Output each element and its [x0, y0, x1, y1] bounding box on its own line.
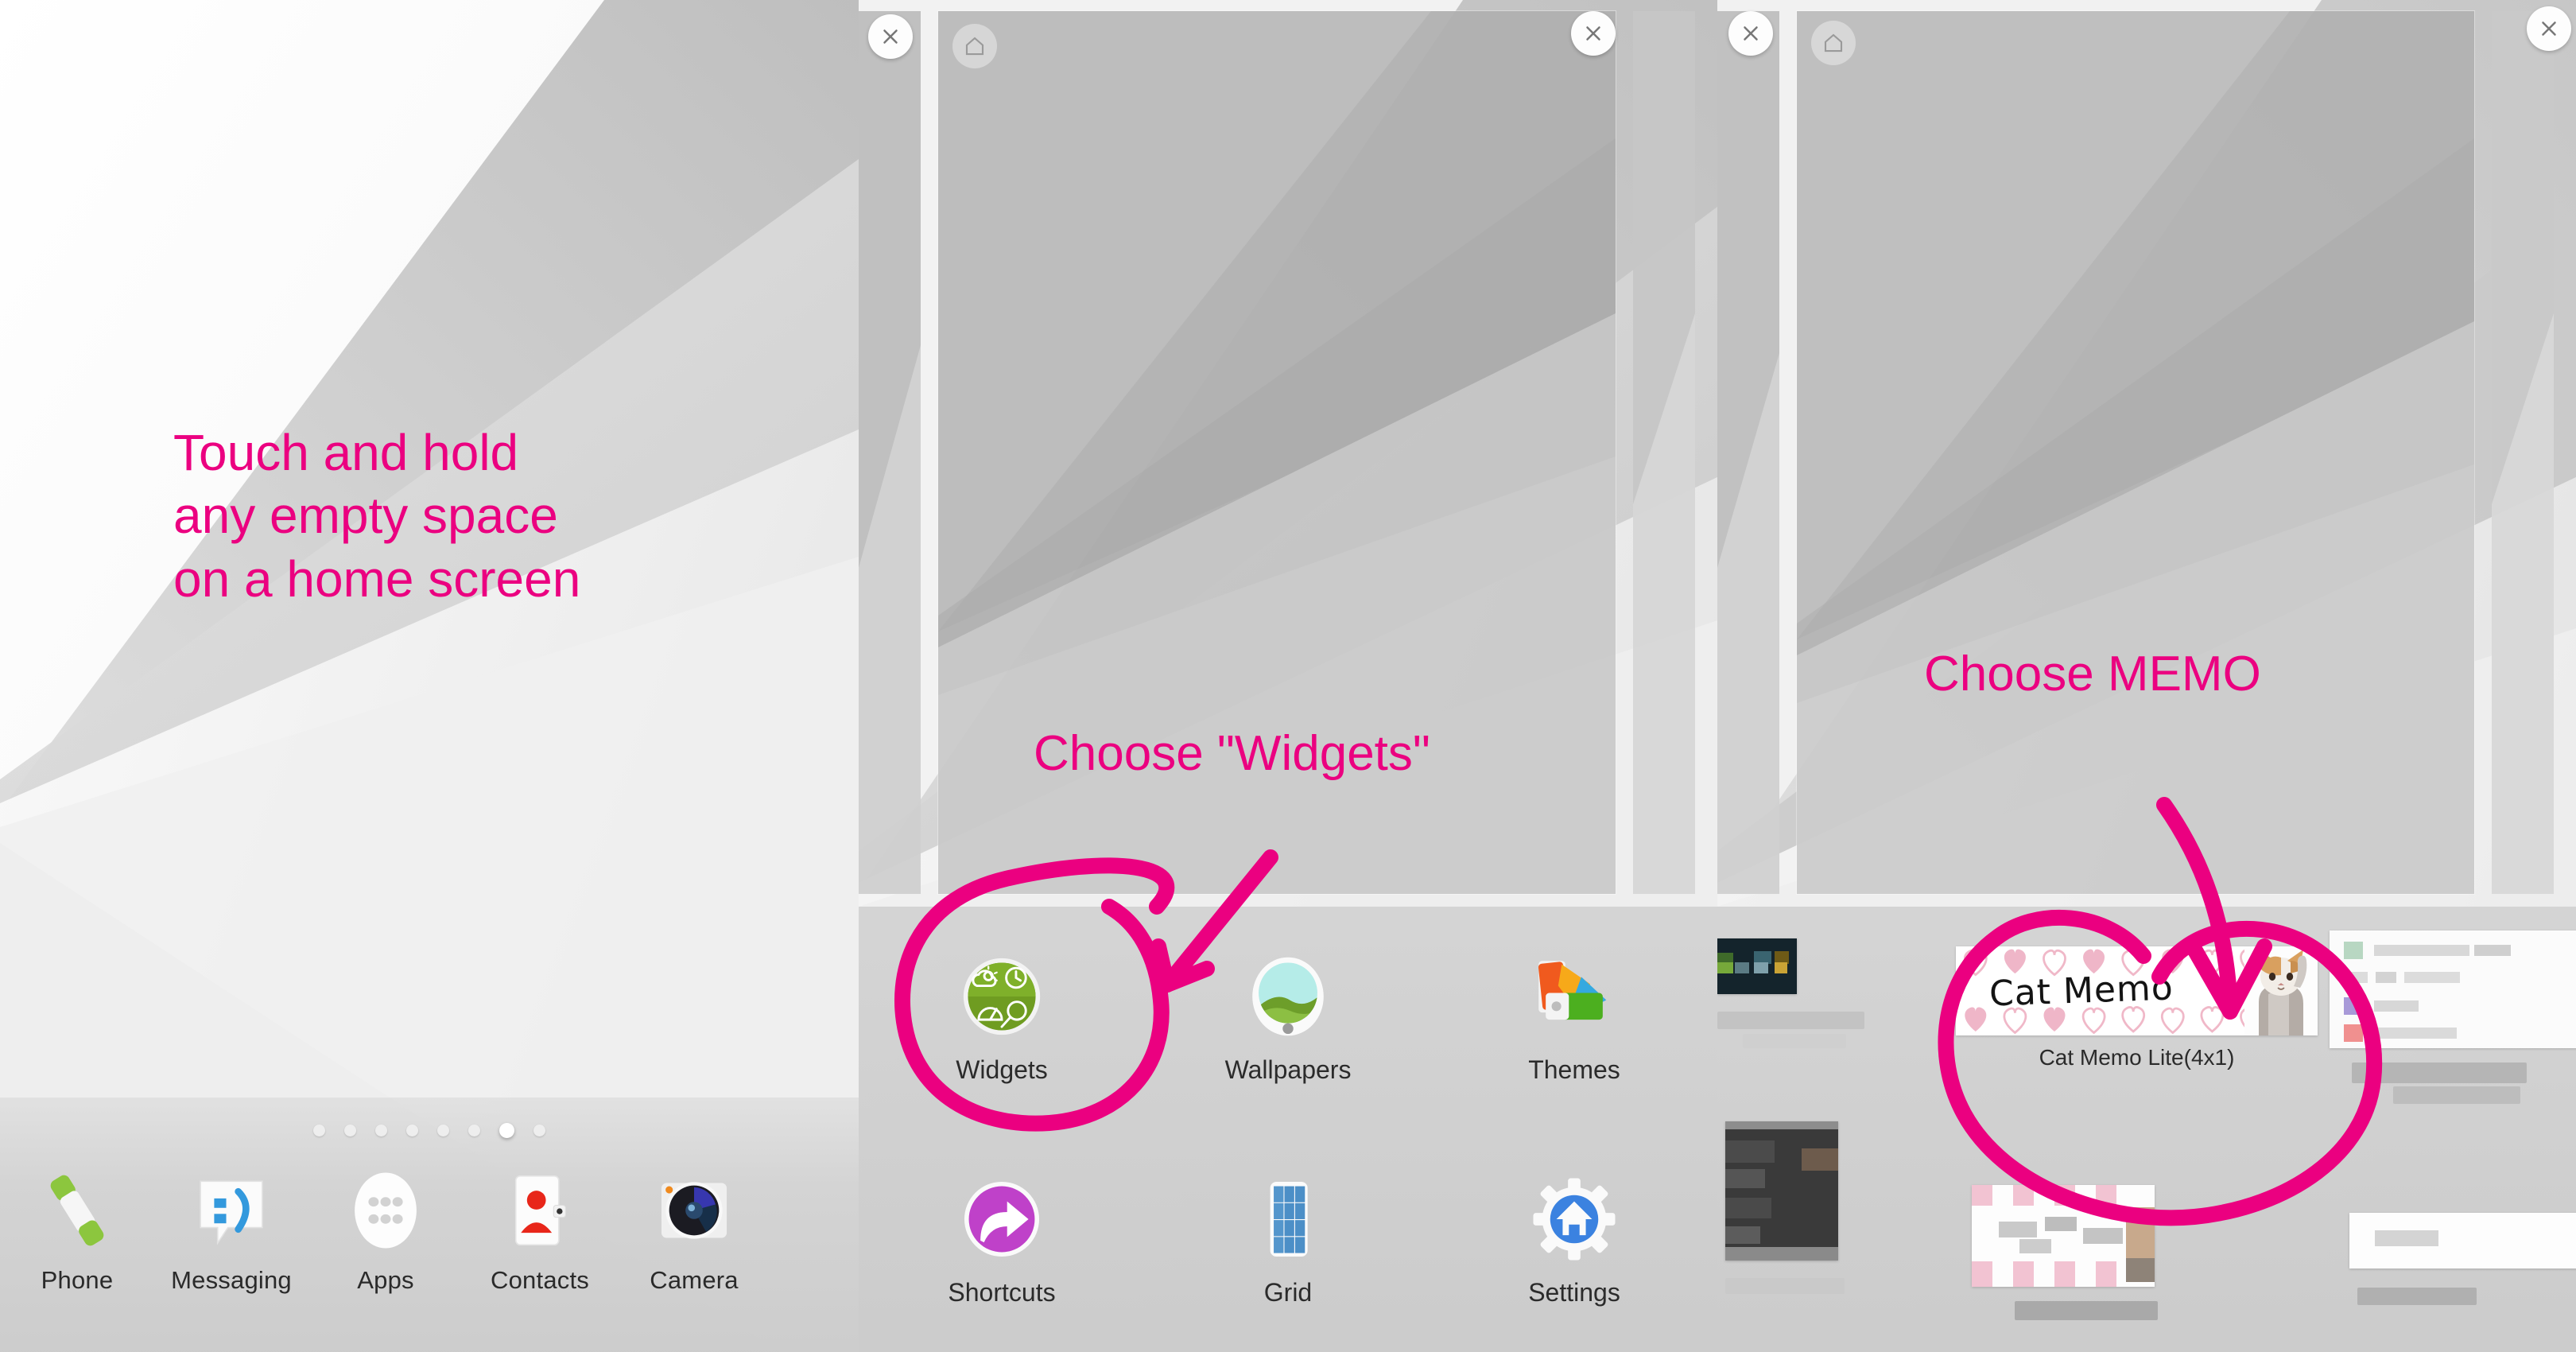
screen-card-thumb	[1633, 11, 1695, 894]
cat-photo	[2244, 946, 2318, 1035]
screen-card-strip	[1717, 11, 2576, 902]
menu-item-label: Settings	[1528, 1277, 1620, 1307]
grid-icon	[1243, 1175, 1333, 1264]
screen-card-next[interactable]	[2492, 11, 2554, 894]
dock-app-phone[interactable]: Phone	[0, 1167, 154, 1295]
close-button-left[interactable]	[1728, 11, 1773, 56]
widget-list-item-cat-memo[interactable]: Cat Memo Cat Memo Lite(4x1)	[1956, 946, 2318, 1070]
editor-action-sheet: Widgets Wallpapers Themes Shortcuts Grid…	[859, 907, 1717, 1352]
menu-item-wallpapers[interactable]: Wallpapers	[1145, 907, 1431, 1129]
dock-app-camera[interactable]: Camera	[617, 1167, 771, 1295]
widget-name-obscured	[2357, 1288, 2477, 1305]
widget-list-item[interactable]	[2330, 930, 2576, 1104]
widget-list-item[interactable]	[1717, 938, 1864, 1048]
contacts-icon	[497, 1167, 583, 1253]
dock-app-apps[interactable]: Apps	[308, 1167, 463, 1295]
menu-item-widgets[interactable]: Widgets	[859, 907, 1145, 1129]
phone-icon	[34, 1167, 120, 1253]
menu-item-label: Grid	[1263, 1277, 1313, 1307]
widget-name-obscured-2	[2393, 1086, 2520, 1104]
camera-icon	[651, 1167, 737, 1253]
widget-list-item[interactable]	[2349, 1213, 2576, 1305]
menu-item-settings[interactable]: Settings	[1431, 1129, 1717, 1352]
menu-item-grid[interactable]: Grid	[1145, 1129, 1431, 1352]
dock-app-label: Contacts	[491, 1266, 589, 1294]
widget-name-obscured	[2015, 1301, 2158, 1320]
screen-card-previous[interactable]	[1717, 11, 1779, 894]
screen-card-thumb	[859, 11, 921, 894]
menu-item-label: Themes	[1528, 1055, 1620, 1084]
page-dot[interactable]	[468, 1125, 480, 1136]
widget-name-obscured	[1725, 1278, 1845, 1294]
dock-app-label: Apps	[357, 1266, 414, 1294]
menu-item-label: Widgets	[956, 1055, 1048, 1084]
widget-name-obscured	[1717, 1012, 1864, 1029]
widgets-icon	[957, 952, 1046, 1041]
widget-thumbnail-obscured	[1972, 1185, 2155, 1287]
widget-list: Cat Memo Cat Memo Lite(4x1)	[1717, 907, 2576, 1352]
page-dot[interactable]	[437, 1125, 449, 1136]
menu-item-label: Shortcuts	[948, 1277, 1056, 1307]
menu-item-label: Wallpapers	[1224, 1055, 1352, 1084]
widget-list-item[interactable]	[1725, 1121, 1845, 1294]
themes-icon	[1530, 952, 1619, 1041]
screen-card-thumb	[1717, 11, 1779, 894]
cat-memo-widget-thumbnail: Cat Memo	[1956, 946, 2318, 1035]
close-button-right[interactable]	[2527, 6, 2571, 51]
menu-item-themes[interactable]: Themes	[1431, 907, 1717, 1129]
wallpapers-icon	[1243, 952, 1333, 1041]
dock-app-label: Messaging	[171, 1266, 292, 1294]
widget-list-item[interactable]	[1972, 1185, 2158, 1320]
page-indicator-dots	[0, 1123, 859, 1138]
home-icon-badge[interactable]	[952, 24, 997, 68]
home-editor-overlay: Widgets Wallpapers Themes Shortcuts Grid…	[859, 0, 1717, 1352]
page-dot[interactable]	[533, 1125, 545, 1136]
dock-app-messaging[interactable]: Messaging	[154, 1167, 308, 1295]
apps-grid-icon	[343, 1167, 429, 1253]
panel-home-editor: Widgets Wallpapers Themes Shortcuts Grid…	[859, 0, 1717, 1352]
annotation-choose-widgets: Choose "Widgets"	[1034, 726, 1430, 781]
dock-app-contacts[interactable]: Contacts	[463, 1167, 617, 1295]
widget-name-obscured	[2352, 1063, 2527, 1083]
close-button-right[interactable]	[1571, 11, 1616, 56]
widget-thumbnail-obscured	[2349, 1213, 2576, 1268]
page-dot[interactable]	[406, 1125, 418, 1136]
page-dot[interactable]	[313, 1125, 325, 1136]
dock-app-row: Phone Messaging Apps Contacts Camera	[0, 1167, 859, 1295]
settings-home-icon	[1530, 1175, 1619, 1264]
cat-memo-title: Cat Memo	[1988, 967, 2174, 1015]
page-dot-active[interactable]	[499, 1123, 514, 1138]
widget-thumbnail-obscured	[2330, 930, 2576, 1048]
dock-app-label: Phone	[41, 1266, 114, 1294]
page-dot[interactable]	[344, 1125, 356, 1136]
screen-card-previous[interactable]	[859, 11, 921, 894]
home-dock: Phone Messaging Apps Contacts Camera	[0, 1098, 859, 1352]
panel-home-screen: Phone Messaging Apps Contacts Camera Tou…	[0, 0, 859, 1352]
screen-card-current[interactable]	[1797, 11, 2474, 894]
screen-card-thumb	[1797, 11, 2474, 894]
annotation-touch-and-hold: Touch and hold any empty space on a home…	[173, 424, 581, 608]
screen-card-next[interactable]	[1633, 11, 1695, 894]
menu-item-shortcuts[interactable]: Shortcuts	[859, 1129, 1145, 1352]
messaging-icon	[188, 1167, 274, 1253]
widget-name-obscured-2	[1743, 1034, 1846, 1048]
dock-app-label: Camera	[650, 1266, 739, 1294]
close-button-left[interactable]	[868, 14, 913, 59]
screen-card-thumb	[2492, 11, 2554, 894]
annotation-choose-memo: Choose MEMO	[1924, 647, 2261, 701]
home-icon-badge[interactable]	[1811, 21, 1856, 65]
widget-thumbnail-obscured	[1717, 938, 1797, 994]
shortcuts-icon	[957, 1175, 1046, 1264]
cat-memo-widget-name: Cat Memo Lite(4x1)	[2039, 1045, 2235, 1070]
page-dot[interactable]	[375, 1125, 387, 1136]
widget-thumbnail-obscured	[1725, 1121, 1838, 1261]
